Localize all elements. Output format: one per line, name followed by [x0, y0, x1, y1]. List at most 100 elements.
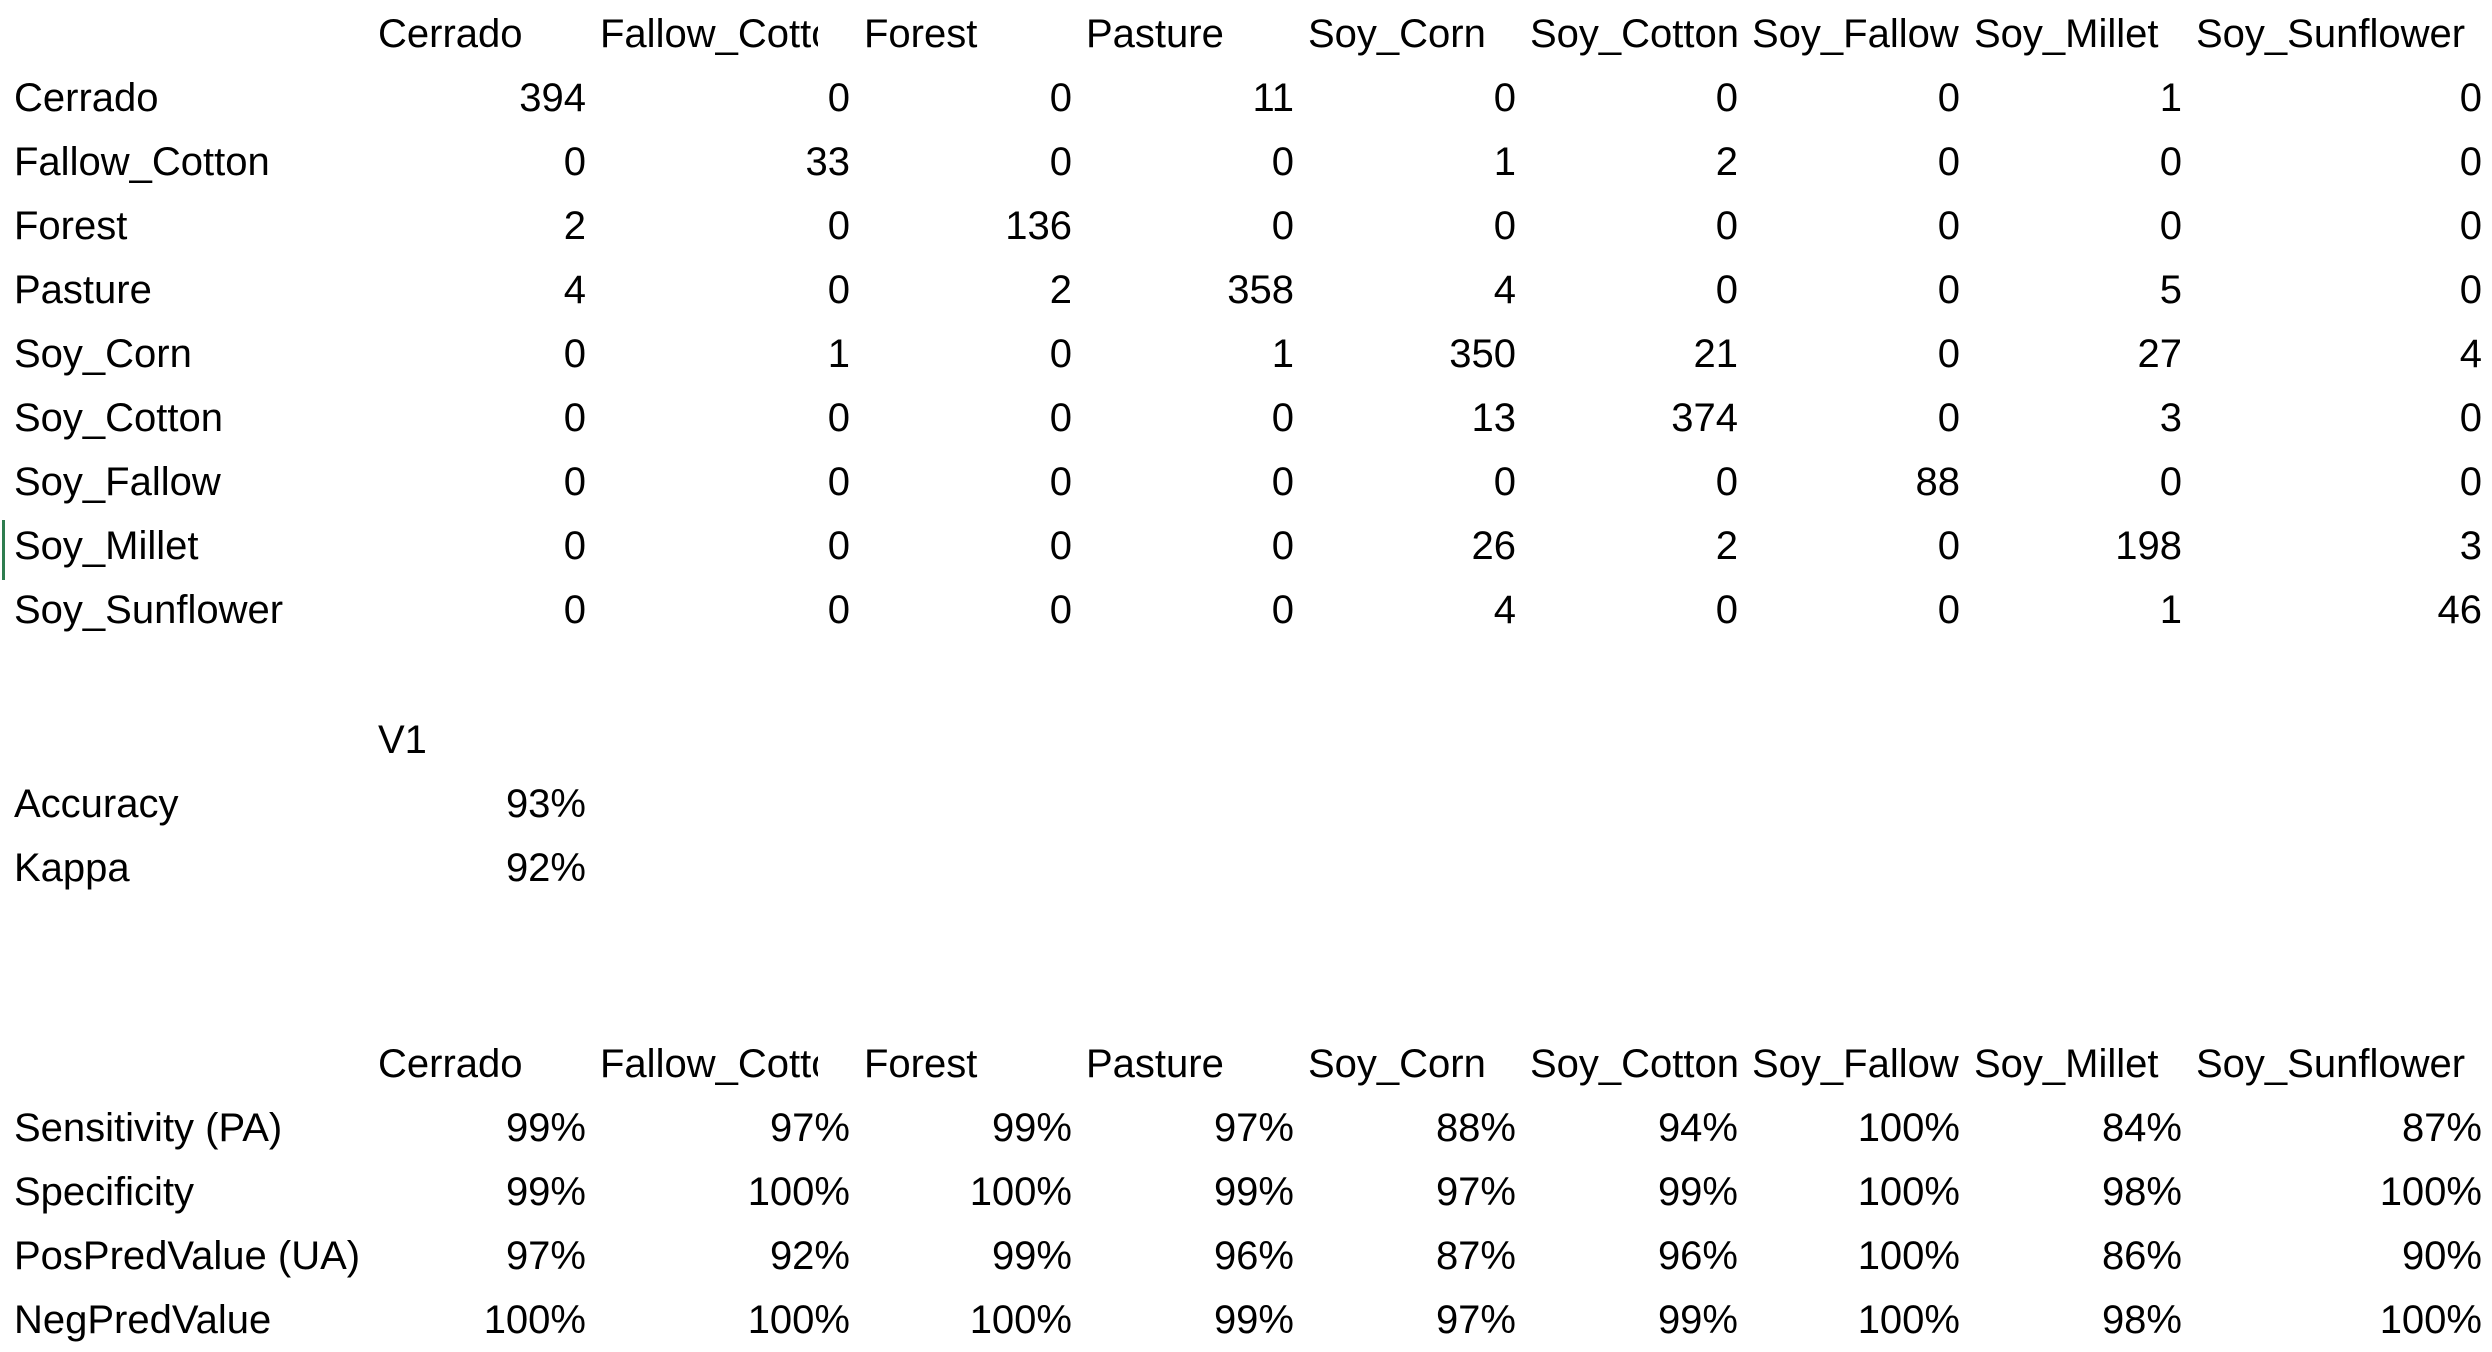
value-cell[interactable]: 99%	[1082, 1288, 1304, 1352]
value-cell[interactable]: 4	[1304, 258, 1526, 322]
value-cell[interactable]: 0	[374, 578, 596, 642]
value-cell[interactable]: 0	[1082, 386, 1304, 450]
value-cell[interactable]: 88	[1748, 450, 1970, 514]
value-cell[interactable]: 0	[596, 386, 860, 450]
column-header-cell[interactable]: Soy_Fallow	[1748, 2, 1970, 66]
row-label-cell[interactable]: Soy_Millet	[14, 514, 374, 578]
value-cell[interactable]: 0	[374, 450, 596, 514]
column-header-cell[interactable]: Soy_Millet	[1970, 2, 2192, 66]
column-header-cell[interactable]: Forest	[860, 2, 1082, 66]
value-cell[interactable]: 13	[1304, 386, 1526, 450]
row-label-cell[interactable]: Pasture	[14, 258, 374, 322]
value-cell[interactable]: 86%	[1970, 1224, 2192, 1288]
value-cell[interactable]: 0	[860, 578, 1082, 642]
value-cell[interactable]: 1	[1970, 66, 2192, 130]
value-cell[interactable]: 0	[1304, 450, 1526, 514]
value-cell[interactable]: 0	[1304, 66, 1526, 130]
value-cell[interactable]: 136	[860, 194, 1082, 258]
value-cell[interactable]: 88%	[1304, 1096, 1526, 1160]
column-header-cell[interactable]: Soy_Sunflower	[2192, 1032, 2492, 1096]
value-cell[interactable]: 0	[374, 386, 596, 450]
value-cell[interactable]: 90%	[2192, 1224, 2492, 1288]
value-cell[interactable]: 1	[596, 322, 860, 386]
column-header-cell[interactable]: V1	[374, 708, 596, 772]
value-cell[interactable]: 93%	[374, 772, 596, 836]
value-cell[interactable]: 2	[1526, 514, 1748, 578]
value-cell[interactable]: 100%	[1748, 1096, 1970, 1160]
value-cell[interactable]: 100%	[2192, 1288, 2492, 1352]
value-cell[interactable]: 46	[2192, 578, 2492, 642]
column-header-cell[interactable]: Soy_Millet	[1970, 1032, 2192, 1096]
row-label-cell[interactable]: NegPredValue	[14, 1288, 374, 1352]
value-cell[interactable]: 0	[860, 130, 1082, 194]
value-cell[interactable]: 0	[596, 66, 860, 130]
value-cell[interactable]: 0	[1748, 258, 1970, 322]
value-cell[interactable]: 0	[1082, 130, 1304, 194]
value-cell[interactable]: 21	[1526, 322, 1748, 386]
value-cell[interactable]: 0	[2192, 258, 2492, 322]
value-cell[interactable]: 350	[1304, 322, 1526, 386]
value-cell[interactable]: 100%	[860, 1160, 1082, 1224]
value-cell[interactable]: 0	[596, 258, 860, 322]
value-cell[interactable]: 0	[374, 130, 596, 194]
value-cell[interactable]: 0	[1526, 450, 1748, 514]
value-cell[interactable]: 99%	[374, 1096, 596, 1160]
column-header-cell[interactable]: Soy_Cotton	[1526, 2, 1748, 66]
value-cell[interactable]: 100%	[596, 1288, 860, 1352]
value-cell[interactable]: 87%	[2192, 1096, 2492, 1160]
value-cell[interactable]: 100%	[1748, 1288, 1970, 1352]
row-label-cell[interactable]: Soy_Sunflower	[14, 578, 374, 642]
value-cell[interactable]: 4	[1304, 578, 1526, 642]
column-header-cell[interactable]: Fallow_Cottor	[596, 2, 818, 66]
value-cell[interactable]: 0	[2192, 450, 2492, 514]
row-label-cell[interactable]: Specificity	[14, 1160, 374, 1224]
value-cell[interactable]: 2	[1526, 130, 1748, 194]
value-cell[interactable]: 1	[1970, 578, 2192, 642]
value-cell[interactable]: 1	[1304, 130, 1526, 194]
value-cell[interactable]: 0	[860, 386, 1082, 450]
value-cell[interactable]: 0	[2192, 386, 2492, 450]
value-cell[interactable]: 4	[374, 258, 596, 322]
row-label-cell[interactable]: Soy_Cotton	[14, 386, 374, 450]
value-cell[interactable]: 98%	[1970, 1160, 2192, 1224]
value-cell[interactable]: 0	[1082, 194, 1304, 258]
value-cell[interactable]: 97%	[596, 1096, 860, 1160]
value-cell[interactable]: 99%	[1082, 1160, 1304, 1224]
value-cell[interactable]: 0	[596, 194, 860, 258]
value-cell[interactable]: 100%	[596, 1160, 860, 1224]
value-cell[interactable]: 84%	[1970, 1096, 2192, 1160]
row-label-cell[interactable]: Kappa	[14, 836, 374, 900]
value-cell[interactable]: 94%	[1526, 1096, 1748, 1160]
value-cell[interactable]: 0	[1748, 130, 1970, 194]
value-cell[interactable]: 0	[374, 514, 596, 578]
value-cell[interactable]: 97%	[374, 1224, 596, 1288]
value-cell[interactable]: 0	[1970, 130, 2192, 194]
row-label-cell[interactable]: Accuracy	[14, 772, 374, 836]
row-label-cell[interactable]: Fallow_Cotton	[14, 130, 374, 194]
value-cell[interactable]: 92%	[374, 836, 596, 900]
value-cell[interactable]: 33	[596, 130, 860, 194]
value-cell[interactable]: 0	[1526, 258, 1748, 322]
value-cell[interactable]: 0	[596, 578, 860, 642]
value-cell[interactable]: 100%	[1748, 1160, 1970, 1224]
value-cell[interactable]: 2	[860, 258, 1082, 322]
value-cell[interactable]: 97%	[1304, 1288, 1526, 1352]
value-cell[interactable]: 3	[2192, 514, 2492, 578]
value-cell[interactable]: 0	[374, 322, 596, 386]
value-cell[interactable]: 0	[860, 322, 1082, 386]
value-cell[interactable]: 0	[860, 514, 1082, 578]
value-cell[interactable]: 0	[2192, 194, 2492, 258]
value-cell[interactable]: 99%	[860, 1096, 1082, 1160]
row-label-cell[interactable]: Sensitivity (PA)	[14, 1096, 374, 1160]
value-cell[interactable]: 374	[1526, 386, 1748, 450]
value-cell[interactable]: 0	[1526, 66, 1748, 130]
value-cell[interactable]: 87%	[1304, 1224, 1526, 1288]
value-cell[interactable]: 100%	[2192, 1160, 2492, 1224]
value-cell[interactable]: 198	[1970, 514, 2192, 578]
value-cell[interactable]: 0	[1526, 578, 1748, 642]
row-label-cell[interactable]: Cerrado	[14, 66, 374, 130]
value-cell[interactable]: 27	[1970, 322, 2192, 386]
row-label-cell[interactable]: Soy_Corn	[14, 322, 374, 386]
value-cell[interactable]: 0	[2192, 130, 2492, 194]
value-cell[interactable]: 0	[1082, 514, 1304, 578]
